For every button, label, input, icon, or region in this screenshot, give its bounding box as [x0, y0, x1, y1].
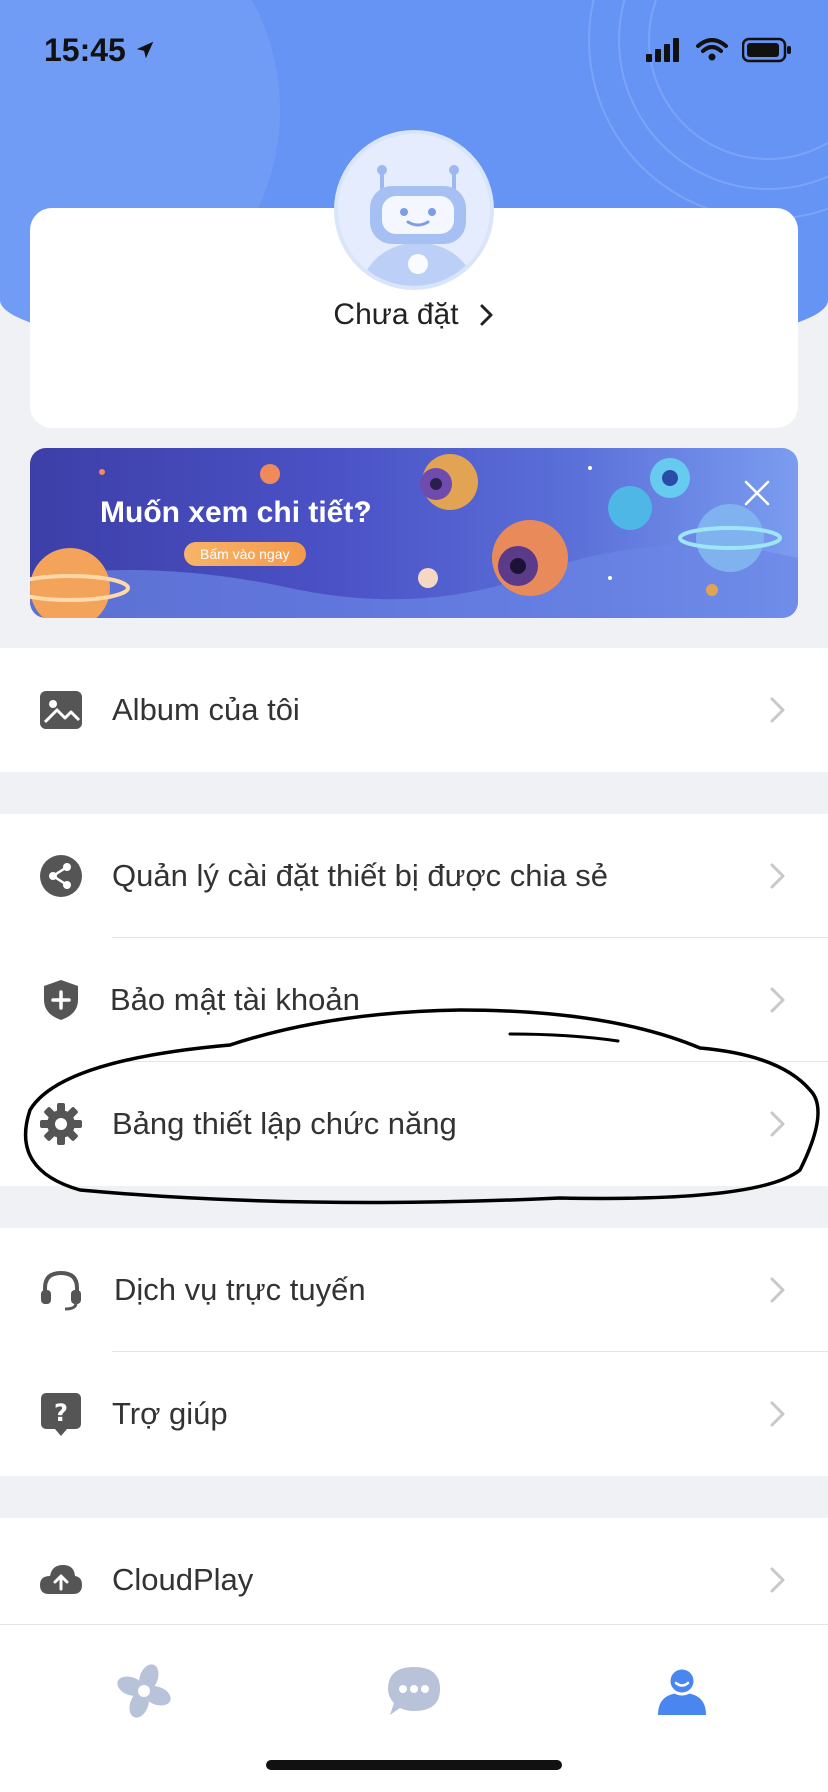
- banner-title: Muốn xem chi tiết?: [100, 496, 372, 529]
- profile-name: Chưa đặt: [333, 298, 459, 331]
- status-time-text: 15:45: [44, 31, 126, 68]
- tab-home[interactable]: [114, 1661, 174, 1721]
- banner-cta-button[interactable]: Bấm vào ngay: [184, 542, 306, 566]
- chevron-right-icon: [770, 863, 785, 889]
- chevron-right-icon: [770, 1401, 785, 1427]
- menu-item-label: Album của tôi: [112, 692, 300, 727]
- chevron-right-icon: [770, 987, 785, 1013]
- status-indicators: [646, 37, 792, 63]
- menu-item-label: Bảo mật tài khoản: [110, 982, 360, 1017]
- menu-item-label: Quản lý cài đặt thiết bị được chia sẻ: [112, 858, 608, 893]
- shield-icon: [38, 977, 84, 1023]
- banner-illustration: [30, 454, 798, 618]
- profile-name-row[interactable]: Chưa đặt: [30, 298, 798, 332]
- chevron-right-icon: [770, 1567, 785, 1593]
- menu-item-label: Dịch vụ trực tuyến: [114, 1272, 366, 1307]
- close-icon[interactable]: [742, 478, 772, 508]
- menu-item-album[interactable]: Album của tôi: [0, 648, 828, 772]
- tab-profile[interactable]: [652, 1661, 712, 1721]
- promo-banner[interactable]: Muốn xem chi tiết? Bấm vào ngay: [30, 448, 798, 618]
- location-arrow-icon: [136, 41, 154, 59]
- status-time: 15:45: [44, 32, 156, 69]
- menu-section-album: Album của tôi: [0, 648, 828, 772]
- chevron-right-icon: [770, 1277, 785, 1303]
- menu-item-label: Bảng thiết lập chức năng: [112, 1106, 457, 1141]
- battery-icon: [742, 37, 791, 63]
- wifi-icon: [696, 38, 728, 61]
- menu-item-account-security[interactable]: Bảo mật tài khoản: [0, 938, 828, 1062]
- menu-item-online-service[interactable]: Dịch vụ trực tuyến: [0, 1228, 828, 1352]
- home-indicator: [266, 1760, 562, 1770]
- chevron-right-icon: [480, 304, 493, 326]
- svg-text:?: ?: [54, 1399, 68, 1427]
- status-bar: 15:45: [0, 0, 828, 100]
- menu-item-label: CloudPlay: [112, 1562, 254, 1597]
- menu-item-label: Trợ giúp: [112, 1396, 228, 1431]
- chat-icon: [388, 1667, 440, 1715]
- person-icon: [658, 1666, 706, 1715]
- menu-item-shared-devices[interactable]: Quản lý cài đặt thiết bị được chia sẻ: [0, 814, 828, 938]
- gear-icon: [38, 1101, 84, 1147]
- flower-logo-icon: [117, 1664, 171, 1718]
- cloud-upload-icon: [38, 1557, 84, 1603]
- chevron-right-icon: [770, 1111, 785, 1137]
- menu-section-support: Dịch vụ trực tuyến ? Trợ giúp: [0, 1228, 828, 1476]
- share-icon: [38, 853, 84, 899]
- menu-item-help[interactable]: ? Trợ giúp: [0, 1352, 828, 1476]
- avatar[interactable]: [334, 130, 494, 290]
- headset-icon: [38, 1267, 84, 1313]
- menu-section-settings: Quản lý cài đặt thiết bị được chia sẻ Bả…: [0, 814, 828, 1186]
- tab-messages[interactable]: [384, 1661, 444, 1721]
- chevron-right-icon: [770, 697, 785, 723]
- menu-item-function-settings[interactable]: Bảng thiết lập chức năng: [0, 1062, 828, 1186]
- help-icon: ?: [38, 1391, 84, 1437]
- image-icon: [38, 687, 84, 733]
- cellular-signal-icon: [646, 38, 679, 62]
